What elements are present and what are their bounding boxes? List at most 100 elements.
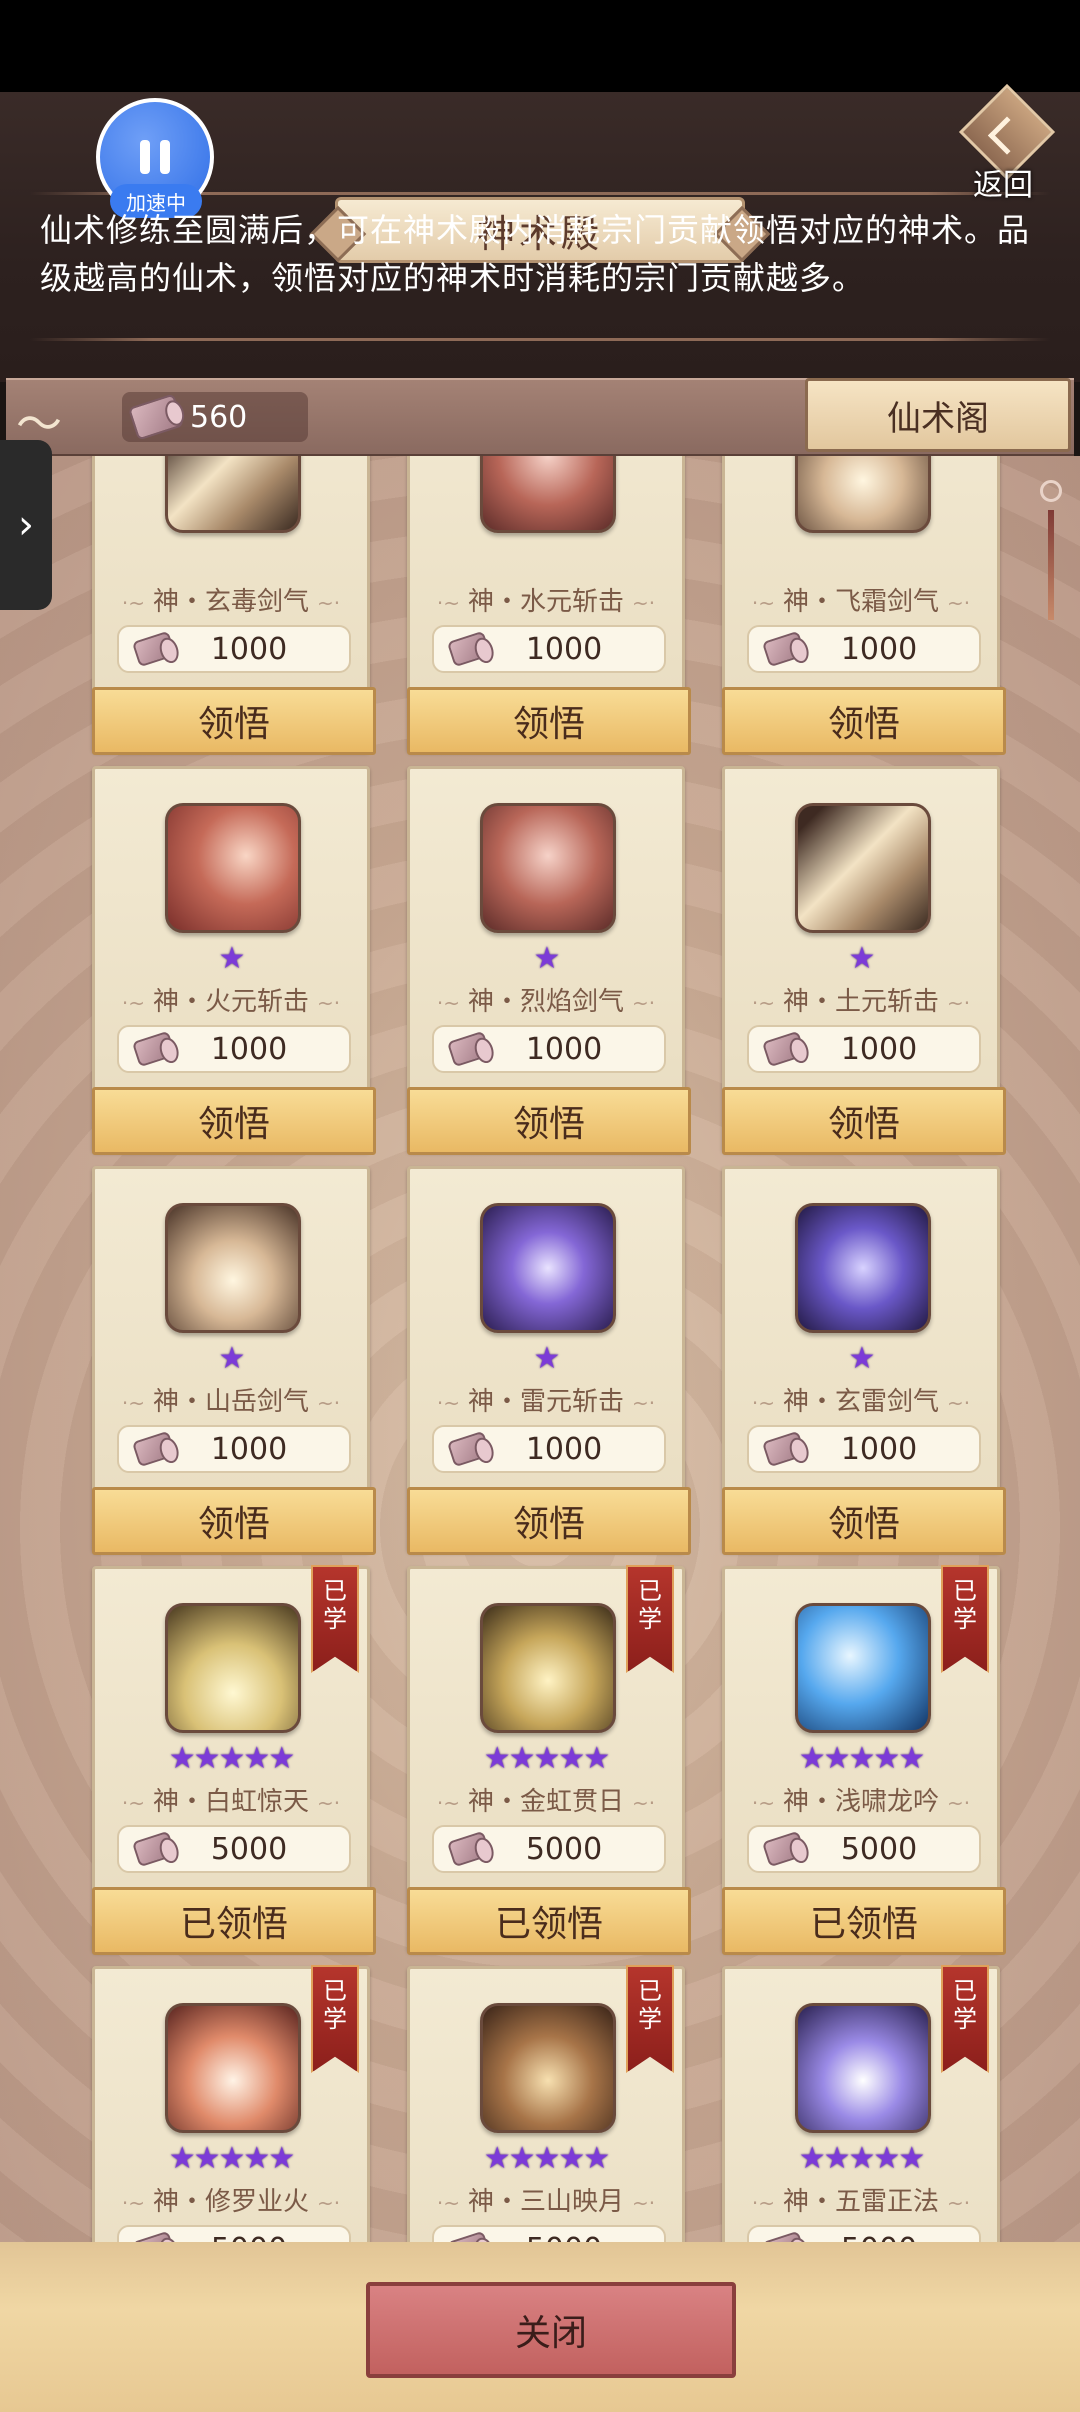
status-bar — [0, 0, 1080, 92]
learn-button[interactable]: 领悟 — [92, 687, 376, 755]
side-drawer-tab[interactable]: › — [0, 440, 52, 610]
cost-pill: 5000 — [747, 1825, 981, 1873]
skill-card: 神・玄毒剑气 1000 领悟 — [92, 456, 376, 755]
learn-button[interactable]: 领悟 — [407, 687, 691, 755]
star-rating: ★★★★★ — [168, 2141, 295, 2176]
star-rating: ★ — [533, 1341, 561, 1376]
contribution-scroll-icon — [127, 393, 185, 441]
cost-pill: 1000 — [117, 1025, 351, 1073]
star-rating: ★ — [848, 1341, 876, 1376]
skill-card: ★ 神・土元斩击 1000 领悟 — [722, 766, 1006, 1155]
skill-name: 神・金虹贯日 — [410, 1781, 682, 1818]
cost-pill: 1000 — [117, 625, 351, 673]
skill-name: 神・烈焰剑气 — [410, 981, 682, 1018]
learned-button[interactable]: 已领悟 — [407, 1887, 691, 1955]
learned-button[interactable]: 已领悟 — [722, 1887, 1006, 1955]
frost-sword-icon — [795, 456, 931, 533]
learn-button[interactable]: 领悟 — [722, 687, 1006, 755]
learned-badge-char: 学 — [953, 1605, 977, 1633]
learned-badge: 已学 — [941, 1965, 989, 2073]
cost-value: 5000 — [840, 1831, 918, 1867]
skill-name: 神・修罗业火 — [95, 2181, 367, 2218]
skill-card: ★ 神・烈焰剑气 1000 领悟 — [407, 766, 691, 1155]
contribution-counter: 560 — [122, 392, 308, 442]
skill-card: ★★★★★ 神・浅啸龙吟 5000 已领悟 已学 — [722, 1565, 1006, 1955]
learn-button[interactable]: 领悟 — [407, 1087, 691, 1155]
cost-value: 1000 — [840, 631, 918, 667]
scroll-indicator[interactable] — [1040, 480, 1070, 620]
cost-value: 1000 — [840, 1031, 918, 1067]
close-button[interactable]: 关闭 — [366, 2282, 736, 2378]
cost-value: 1000 — [210, 1031, 288, 1067]
learned-badge: 已学 — [941, 1565, 989, 1673]
learned-badge-char: 已 — [638, 1577, 662, 1605]
cost-pill: 5000 — [432, 1825, 666, 1873]
learned-badge-char: 已 — [323, 1977, 347, 2005]
xianshu-pavilion-button[interactable]: 仙术阁 — [805, 378, 1071, 452]
description-text: 仙术修练至圆满后，可在神术殿内消耗宗门贡献领悟对应的神术。品级越高的仙术，领悟对… — [40, 211, 1031, 297]
learned-button[interactable]: 已领悟 — [92, 1887, 376, 1955]
learn-button[interactable]: 领悟 — [92, 1087, 376, 1155]
cost-pill: 1000 — [747, 1425, 981, 1473]
three-mountains-moon-icon — [480, 2003, 616, 2133]
cost-value: 1000 — [840, 1431, 918, 1467]
skill-card: ★ 神・火元斩击 1000 领悟 — [92, 766, 376, 1155]
thunder-slash-icon — [480, 1203, 616, 1333]
back-button[interactable]: 返回 — [955, 83, 1065, 203]
cost-pill: 1000 — [117, 1425, 351, 1473]
cost-pill: 1000 — [432, 1425, 666, 1473]
pause-icon — [140, 140, 170, 174]
golden-rainbow-icon — [480, 1603, 616, 1733]
learn-button[interactable]: 领悟 — [722, 1087, 1006, 1155]
learn-button[interactable]: 领悟 — [92, 1487, 376, 1555]
star-rating: ★★★★★ — [483, 1741, 610, 1776]
skill-list-panel[interactable]: 神・玄毒剑气 1000 领悟 神・水元斩击 1000 领悟 神・飞霜剑气 100… — [0, 456, 1080, 2242]
cost-pill: 5000 — [432, 2225, 666, 2242]
learned-badge: 已学 — [626, 1965, 674, 2073]
earth-slash-icon — [795, 803, 931, 933]
learn-button[interactable]: 领悟 — [722, 1487, 1006, 1555]
skill-card: ★★★★★ 神・修罗业火 5000 已领悟 已学 — [92, 1965, 370, 2243]
water-slash-icon — [480, 456, 616, 533]
cost-pill: 1000 — [747, 625, 981, 673]
skill-name: 神・飞霜剑气 — [725, 581, 997, 618]
skill-name: 神・土元斩击 — [725, 981, 997, 1018]
learned-badge-char: 学 — [323, 1605, 347, 1633]
star-rating: ★★★★★ — [798, 1741, 925, 1776]
star-rating: ★ — [533, 941, 561, 976]
skill-name: 神・白虹惊天 — [95, 1781, 367, 1818]
skill-card: 神・飞霜剑气 1000 领悟 — [722, 456, 1006, 755]
cost-pill: 1000 — [432, 625, 666, 673]
cost-value: 1000 — [525, 631, 603, 667]
cost-value: 5000 — [434, 2232, 664, 2243]
star-rating: ★★★★★ — [798, 2141, 925, 2176]
learned-badge-char: 学 — [953, 2005, 977, 2033]
skill-name: 神・水元斩击 — [410, 581, 682, 618]
skill-card: ★ 神・雷元斩击 1000 领悟 — [407, 1166, 691, 1555]
skill-name: 神・三山映月 — [410, 2181, 682, 2218]
star-rating: ★★★★★ — [168, 1741, 295, 1776]
cost-pill: 5000 — [117, 1825, 351, 1873]
learned-badge-char: 学 — [638, 2005, 662, 2033]
star-rating: ★ — [218, 941, 246, 976]
cost-value: 1000 — [210, 631, 288, 667]
cost-value: 5000 — [119, 2232, 349, 2243]
asura-fire-icon — [165, 2003, 301, 2133]
crane-icon: 〜 — [16, 397, 62, 451]
chevron-right-icon: › — [18, 502, 34, 548]
five-thunder-icon — [795, 2003, 931, 2133]
learned-badge: 已学 — [626, 1565, 674, 1673]
skill-card: ★ 神・玄雷剑气 1000 领悟 — [722, 1166, 1006, 1555]
learned-badge-char: 学 — [323, 2005, 347, 2033]
learned-badge-char: 已 — [638, 1977, 662, 2005]
learned-badge-char: 已 — [323, 1577, 347, 1605]
fire-slash-icon — [165, 803, 301, 933]
learn-button[interactable]: 领悟 — [407, 1487, 691, 1555]
cost-value: 5000 — [749, 2232, 979, 2243]
learned-badge: 已学 — [311, 1965, 359, 2073]
mountain-sword-icon — [165, 1203, 301, 1333]
star-rating: ★★★★★ — [483, 2141, 610, 2176]
star-rating: ★ — [218, 1341, 246, 1376]
skill-grid: 神・玄毒剑气 1000 领悟 神・水元斩击 1000 领悟 神・飞霜剑气 100… — [92, 456, 1006, 2243]
cost-value: 1000 — [525, 1431, 603, 1467]
